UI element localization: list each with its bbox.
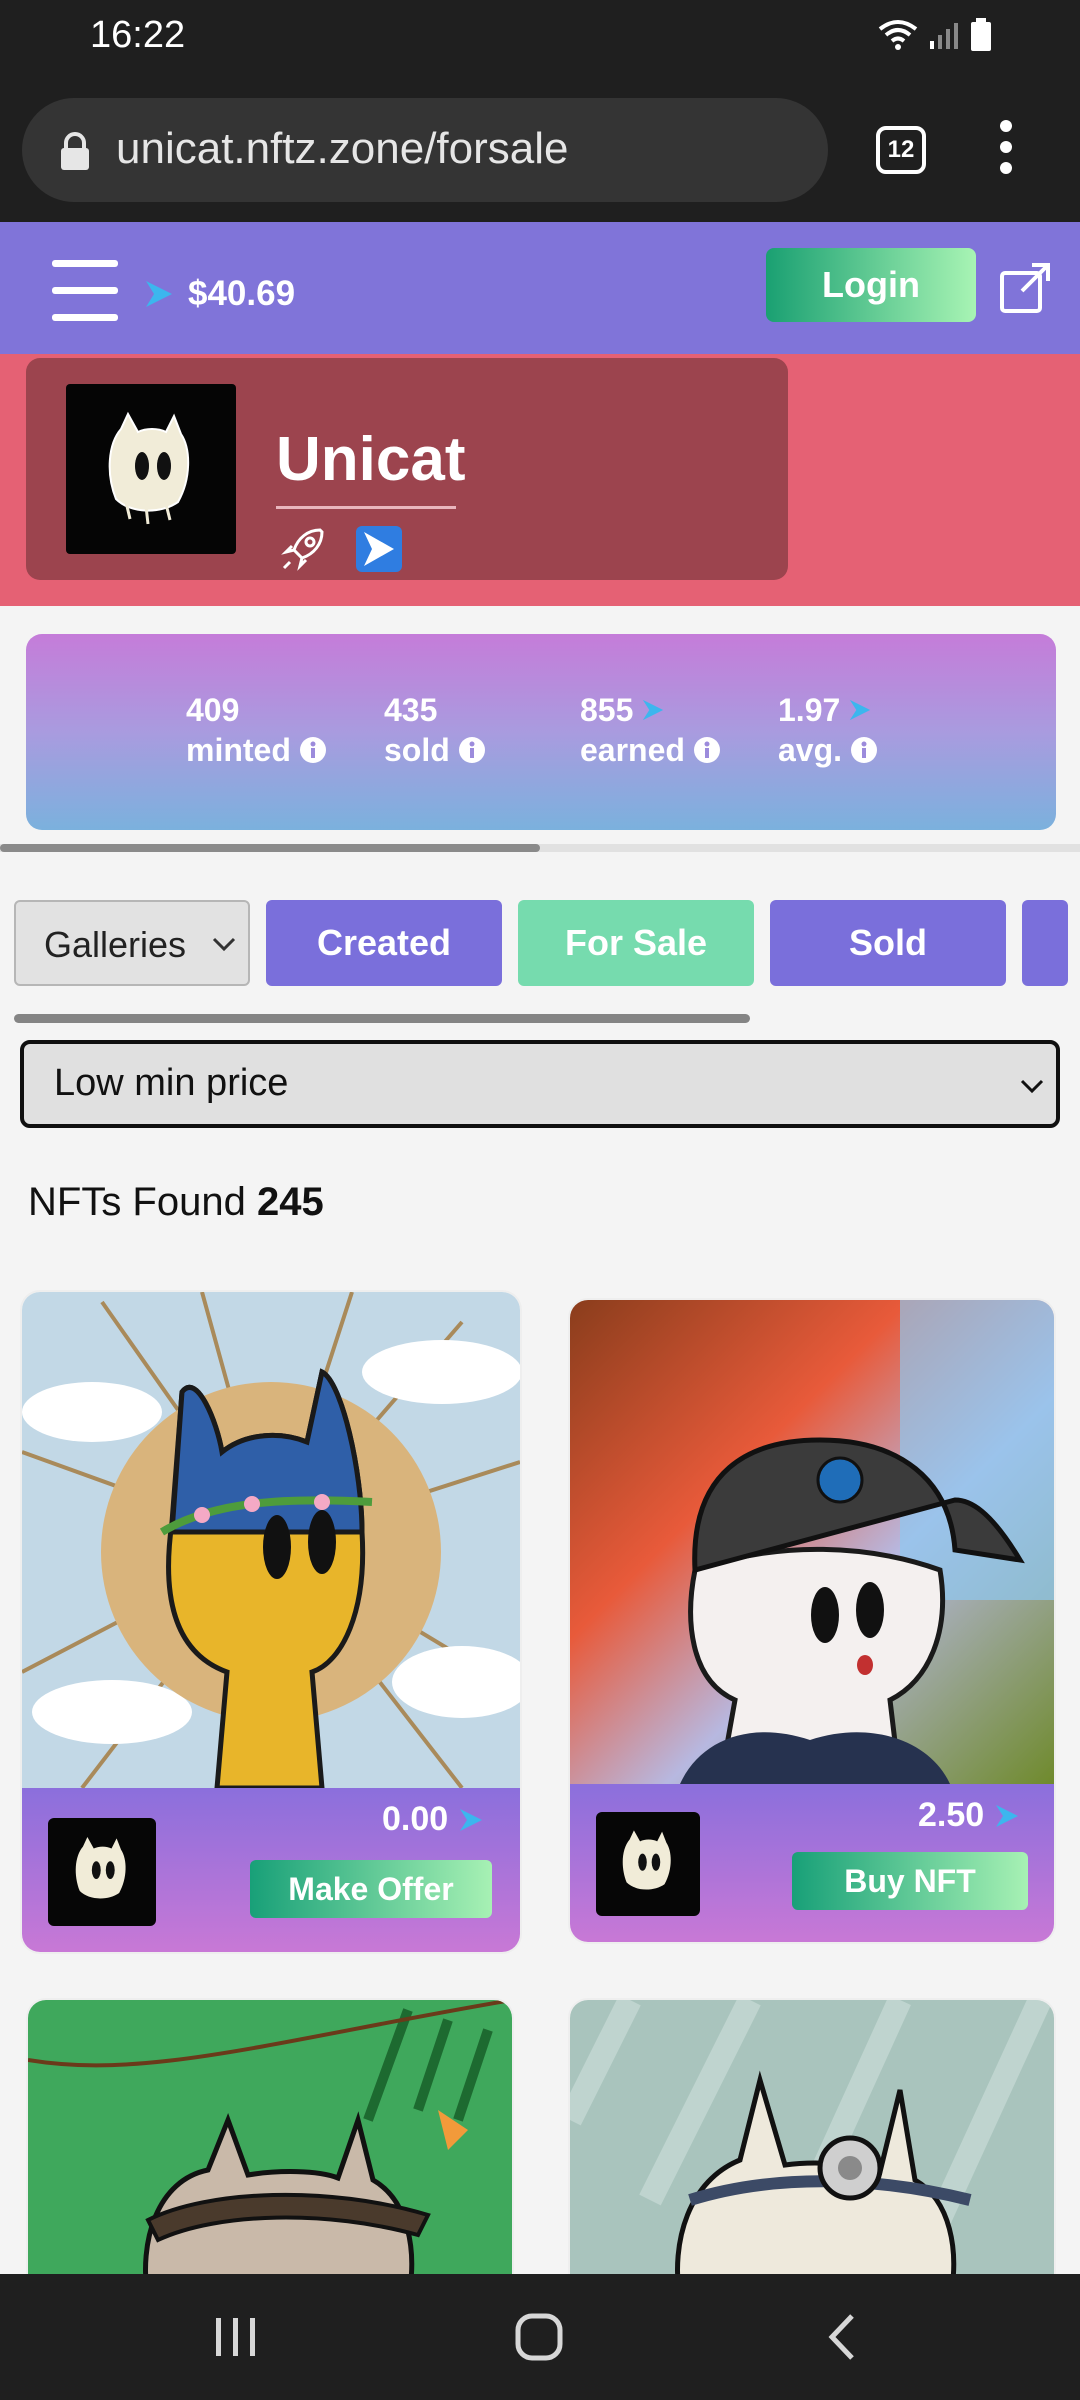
make-offer-button[interactable]: Make Offer: [250, 1860, 492, 1918]
stats-scrollbar-thumb[interactable]: [0, 844, 540, 852]
menu-icon[interactable]: [52, 260, 118, 322]
galleries-select-label: Galleries: [44, 924, 187, 965]
nft-image: [22, 1292, 520, 1788]
stat-avg: 1.97 avg.: [778, 690, 878, 770]
buy-nft-button[interactable]: Buy NFT: [792, 1852, 1028, 1910]
address-bar[interactable]: unicat.nftz.zone/forsale: [22, 98, 828, 202]
profile-name-underline: [276, 506, 456, 509]
currency-arrow-icon: [146, 281, 172, 307]
system-navigation-bar: [0, 2274, 1080, 2400]
stat-label: minted: [186, 732, 291, 768]
filters-scrollbar-thumb[interactable]: [14, 1014, 750, 1023]
browser-toolbar: unicat.nftz.zone/forsale 12: [0, 76, 1080, 222]
info-icon[interactable]: [299, 736, 327, 764]
currency-arrow-icon: [643, 699, 664, 721]
currency-arrow-icon: [460, 1808, 483, 1831]
chevron-down-icon: [212, 937, 236, 952]
recent-apps-icon[interactable]: [214, 2314, 258, 2360]
unicat-logo-icon: [622, 1830, 671, 1890]
stat-value: 435: [384, 692, 438, 728]
stat-earned: 855 earned: [580, 690, 721, 770]
tab-switcher-button[interactable]: 12: [876, 126, 926, 174]
sort-select-value: Low min price: [54, 1062, 289, 1104]
lock-icon: [61, 132, 89, 170]
tab-created[interactable]: Created: [266, 900, 502, 986]
tab-more[interactable]: [1022, 900, 1068, 986]
status-time: 16:22: [90, 14, 186, 56]
nft-card[interactable]: 2.50 Buy NFT: [570, 1300, 1054, 1942]
nft-image: [570, 1300, 1054, 1784]
external-link-icon[interactable]: [998, 259, 1054, 315]
unicat-logo-icon: [108, 411, 190, 525]
stat-value: 855: [580, 692, 634, 728]
nft-image: [570, 2000, 1054, 2300]
nft-price: 2.50: [918, 1796, 1020, 1835]
nft-price-value: 2.50: [918, 1796, 985, 1834]
stat-value: 1.97: [778, 692, 841, 728]
currency-arrow-icon: [850, 699, 871, 721]
results-count: NFTs Found 245: [28, 1180, 324, 1225]
status-icons: [878, 18, 992, 52]
results-label: NFTs Found: [28, 1180, 246, 1224]
tab-for-sale[interactable]: For Sale: [518, 900, 754, 986]
stat-value: 409: [186, 692, 240, 728]
info-icon[interactable]: [458, 736, 486, 764]
creator-avatar: [48, 1818, 156, 1926]
nft-price: 0.00: [382, 1800, 484, 1839]
rocket-icon[interactable]: [280, 526, 326, 572]
creator-avatar: [596, 1812, 700, 1916]
signal-icon: [930, 23, 958, 49]
login-button[interactable]: Login: [766, 248, 976, 322]
status-bar: 16:22: [0, 0, 1080, 76]
wallet-balance: $40.69: [188, 274, 296, 313]
galleries-select[interactable]: Galleries: [14, 900, 250, 986]
info-icon[interactable]: [693, 736, 721, 764]
stat-label: earned: [580, 732, 685, 768]
back-icon[interactable]: [824, 2312, 860, 2362]
profile-name: Unicat: [276, 425, 466, 494]
wifi-icon: [878, 20, 918, 50]
currency-arrow-icon: [996, 1804, 1019, 1827]
unicat-logo-icon: [75, 1837, 126, 1899]
chevron-down-icon: [1020, 1079, 1044, 1094]
nft-card[interactable]: [28, 2000, 512, 2300]
stats-card: [26, 634, 1056, 830]
nft-image: [28, 2000, 512, 2300]
battery-icon: [971, 18, 991, 51]
nft-card[interactable]: [570, 2000, 1054, 2300]
sort-select[interactable]: Low min price: [20, 1040, 1060, 1128]
browser-menu-icon[interactable]: [995, 120, 1017, 180]
tab-sold[interactable]: Sold: [770, 900, 1006, 986]
stat-minted: 409 minted: [186, 690, 327, 770]
info-icon[interactable]: [850, 736, 878, 764]
profile-avatar: [66, 384, 236, 554]
url-text: unicat.nftz.zone/forsale: [116, 124, 569, 173]
stat-label: sold: [384, 732, 450, 768]
stat-label: avg.: [778, 732, 843, 768]
nft-card[interactable]: 0.00 Make Offer: [22, 1292, 520, 1952]
stat-sold: 435 sold: [384, 690, 486, 770]
home-icon[interactable]: [514, 2312, 564, 2362]
nft-price-value: 0.00: [382, 1800, 449, 1838]
results-number: 245: [256, 1180, 324, 1224]
brand-arrow-icon[interactable]: [356, 526, 402, 572]
